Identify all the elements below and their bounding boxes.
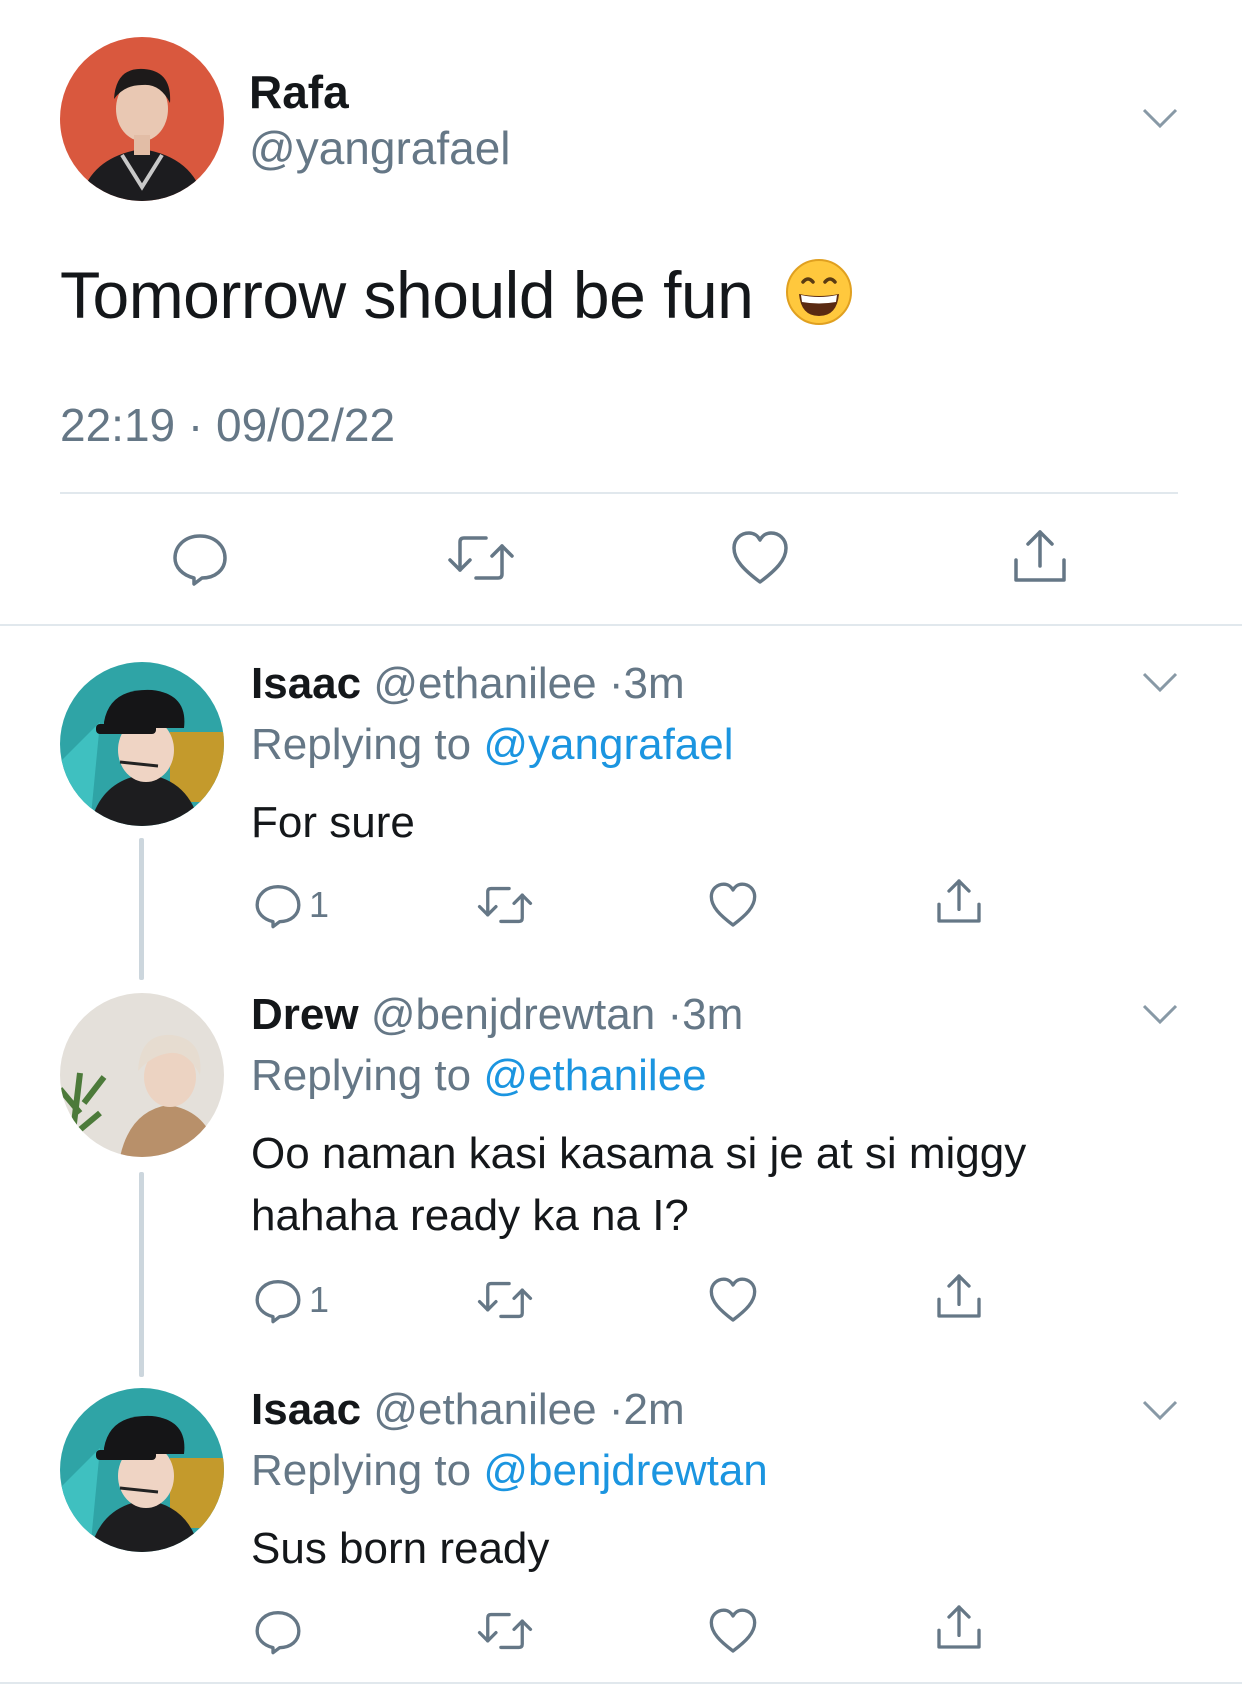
chevron-down-icon[interactable] [1140, 668, 1180, 696]
author-handle[interactable]: @yangrafael [249, 122, 511, 174]
retweet-icon [448, 536, 514, 580]
share-button[interactable] [934, 1602, 984, 1652]
reply-author-handle[interactable]: @benjdrewtan [371, 990, 655, 1039]
author-avatar[interactable] [60, 37, 224, 201]
replying-to-label: Replying to [251, 1051, 472, 1100]
replying-to: Replying to @benjdrewtan [251, 1446, 768, 1496]
share-icon [937, 1274, 981, 1318]
share-button[interactable] [934, 1271, 984, 1321]
share-icon [937, 1605, 981, 1649]
retweet-icon [477, 1281, 533, 1319]
replying-to-handle[interactable]: @benjdrewtan [483, 1446, 767, 1495]
reply-author-name[interactable]: Isaac [251, 1385, 361, 1434]
reply-icon [255, 885, 301, 929]
replying-to-label: Replying to [251, 1446, 472, 1495]
retweet-icon [477, 886, 533, 924]
reply-header: Isaac @ethanilee ·2m [251, 1385, 685, 1435]
tweet-text-content: Tomorrow should be fun [60, 258, 754, 332]
share-icon [1014, 530, 1066, 582]
reply-avatar[interactable] [60, 662, 224, 826]
divider [0, 624, 1242, 626]
divider [0, 1682, 1242, 1684]
chevron-down-icon[interactable] [1140, 104, 1180, 132]
replying-to-label: Replying to [251, 720, 472, 769]
separator-dot: · [667, 990, 683, 1039]
share-button[interactable] [934, 876, 984, 926]
separator-dot: · [608, 659, 624, 708]
reply-button[interactable] [253, 1606, 303, 1656]
divider [60, 492, 1178, 494]
like-button[interactable] [708, 1606, 758, 1656]
thread-line [139, 1172, 144, 1377]
separator-dot: · [608, 1385, 624, 1434]
reply-button[interactable]: 1 [253, 880, 329, 930]
retweet-icon [477, 1612, 533, 1650]
heart-icon [709, 1608, 757, 1653]
retweet-button[interactable] [476, 1277, 534, 1323]
reply-icon [255, 1280, 301, 1324]
retweet-button[interactable] [476, 1608, 534, 1654]
reply-author-handle[interactable]: @ethanilee [373, 1385, 596, 1434]
replying-to-handle[interactable]: @yangrafael [483, 720, 733, 769]
reply-time[interactable]: 2m [624, 1385, 685, 1434]
reply-header: Isaac @ethanilee ·3m [251, 659, 685, 709]
share-icon [937, 879, 981, 923]
replying-to: Replying to @ethanilee [251, 1051, 707, 1101]
author-name[interactable]: Rafa [249, 66, 349, 118]
reply-time[interactable]: 3m [682, 990, 743, 1039]
reply-icon [255, 1611, 301, 1655]
reply-author-name[interactable]: Drew [251, 990, 359, 1039]
reply-avatar[interactable] [60, 993, 224, 1157]
reply-count: 1 [309, 884, 330, 925]
replying-to-handle[interactable]: @ethanilee [483, 1051, 706, 1100]
reply-count: 1 [309, 1279, 330, 1320]
chevron-down-icon[interactable] [1140, 1000, 1180, 1028]
heart-icon [732, 531, 788, 584]
tweet-timestamp[interactable]: 22:19 · 09/02/22 [60, 398, 395, 452]
reply-text: For sure [251, 798, 415, 847]
retweet-button[interactable] [476, 882, 534, 928]
reply-avatar[interactable] [60, 1388, 224, 1552]
reply-button[interactable]: 1 [253, 1275, 329, 1325]
reply-text: Oo naman kasi kasama si je at si miggy h… [251, 1129, 1027, 1240]
retweet-button[interactable] [446, 530, 516, 586]
reply-author-handle[interactable]: @ethanilee [373, 659, 596, 708]
like-button[interactable] [708, 880, 758, 930]
heart-icon [709, 882, 757, 927]
reply-time[interactable]: 3m [624, 659, 685, 708]
like-button[interactable] [730, 528, 790, 588]
reply-icon [173, 534, 227, 586]
replying-to: Replying to @yangrafael [251, 720, 734, 770]
grinning-face-emoji [785, 258, 853, 343]
share-button[interactable] [1010, 526, 1070, 586]
heart-icon [709, 1277, 757, 1322]
reply-author-name[interactable]: Isaac [251, 659, 361, 708]
reply-button[interactable] [170, 528, 230, 588]
like-button[interactable] [708, 1275, 758, 1325]
reply-text: Sus born ready [251, 1524, 550, 1573]
tweet-text: Tomorrow should be fun [60, 255, 853, 343]
reply-header: Drew @benjdrewtan ·3m [251, 990, 743, 1040]
chevron-down-icon[interactable] [1140, 1396, 1180, 1424]
thread-line [139, 838, 144, 980]
